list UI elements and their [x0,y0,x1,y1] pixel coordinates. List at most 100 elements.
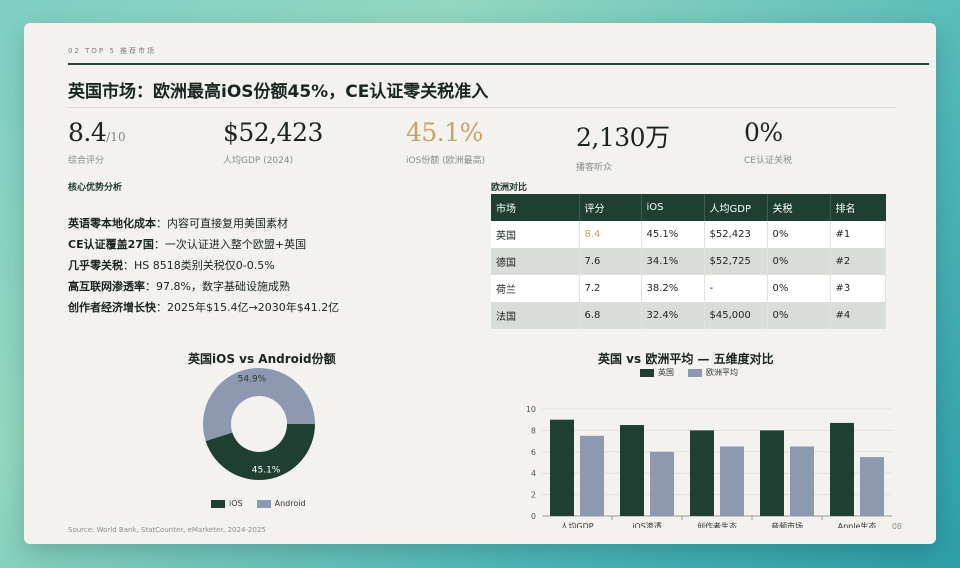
x-tick-label: 音频市场 [771,521,803,528]
item-key: 英语零本地化成本 [68,217,156,230]
slice-value-label: 45.1% [252,465,281,475]
advantages-heading: 核心优势分析 [68,183,123,193]
table-cell: 38.2% [641,275,705,302]
table-cell: #1 [830,221,886,248]
y-tick-label: 6 [531,448,536,457]
bar-uk [760,430,784,516]
header-rule [68,63,929,65]
table-cell: #4 [830,302,886,329]
y-tick-label: 2 [531,491,536,500]
kpi-gdp: $52,423 人均GDP (2024) [223,118,323,166]
kpi-value: 8.4 [68,118,107,147]
x-tick-label: Apple生态 [838,521,877,528]
bar-eu-average [790,446,814,516]
item-sep: ： [156,217,167,230]
legend-label: iOS [229,499,243,508]
table-cell: 7.2 [579,275,642,302]
column-header: 关税 [767,194,831,221]
table-cell: - [704,275,768,302]
item-sep: ： [123,259,134,272]
column-header: 评分 [579,194,642,221]
bar-eu-average [720,446,744,516]
kpi-label: 综合评分 [68,156,105,166]
column-header: 市场 [491,194,580,221]
table-cell: 德国 [491,248,580,275]
item-key: 几乎零关税 [68,259,123,272]
x-tick-label: 创作者生态 [697,521,737,528]
source-note: Source: World Bank, StatCounter, eMarket… [68,526,266,534]
kpi-suffix: /10 [106,130,126,144]
table-cell: $52,725 [704,248,768,275]
advantages-list: 英语零本地化成本：内容可直接复用美国素材 CE认证覆盖27国：一次认证进入整个欧… [68,213,339,318]
legend-label: 英国 [658,368,674,377]
table-cell: 0% [767,248,831,275]
list-item: 几乎零关税：HS 8518类别关税仅0-0.5% [68,255,339,276]
y-tick-label: 0 [531,512,536,521]
table-row: 德国 7.6 34.1% $52,725 0% #2 [491,248,886,275]
item-key: 高互联网渗透率 [68,280,145,293]
table-cell: 0% [767,221,831,248]
table-cell: 45.1% [641,221,705,248]
table-cell: $45,000 [704,302,768,329]
kpi-label: 人均GDP (2024) [223,156,294,166]
item-text: HS 8518类别关税仅0-0.5% [134,259,275,272]
table-cell: 荷兰 [491,275,580,302]
donut-legend: iOS Android [211,499,306,508]
table-header-row: 市场 评分 iOS 人均GDP 关税 排名 [491,194,886,221]
table-cell: $52,423 [704,221,768,248]
x-tick-label: 人均GDP [560,521,593,528]
item-key: CE认证覆盖27国 [68,238,154,251]
list-item: CE认证覆盖27国：一次认证进入整个欧盟+英国 [68,234,339,255]
table-cell: #2 [830,248,886,275]
item-key: 创作者经济增长快 [68,301,156,314]
table-cell: 6.8 [579,302,642,329]
item-text: 97.8%，数字基础设施成熟 [156,280,290,293]
y-tick-label: 4 [531,469,536,478]
page-title: 英国市场：欧洲最高iOS份额45%，CE认证零关税准入 [68,82,489,102]
kpi-podcast-listeners: 2,130万 播客听众 [576,118,670,173]
kpi-value: 2,130万 [576,123,670,152]
table-cell: #3 [830,275,886,302]
kpi-value: $52,423 [223,118,323,147]
bar-eu-average [580,435,604,516]
section-kicker: 02 TOP 5 推荐市场 [68,47,157,55]
bar-uk [690,430,714,516]
bar-legend: 英国 欧洲平均 [640,367,738,378]
table-cell: 34.1% [641,248,705,275]
item-text: 2025年$15.4亿→2030年$41.2亿 [167,301,340,314]
legend-label: 欧洲平均 [706,368,738,377]
kpi-label: 播客听众 [576,163,613,173]
list-item: 高互联网渗透率：97.8%，数字基础设施成熟 [68,276,339,297]
column-header: 排名 [830,194,886,221]
table-cell: 7.6 [579,248,642,275]
table-cell: 英国 [491,221,580,248]
bar-uk [620,425,644,516]
bar-chart: 0 2 4 6 8 10 人均GDP iOS渗透 创作者生态 音频市场 Apple生态 [526,405,892,528]
table-row: 荷兰 7.2 38.2% - 0% #3 [491,275,886,302]
x-tick-label: iOS渗透 [632,521,662,528]
kpi-ios-share: 45.1% iOS份额 (欧洲最高) [406,118,485,166]
item-sep: ： [156,301,167,314]
kpi-ce-tariff: 0% CE认证关税 [744,118,792,166]
comparison-table: 市场 评分 iOS 人均GDP 关税 排名 英国 8.4 45.1% $52,4… [491,194,886,329]
kpi-score: 8.4/10 综合评分 [68,118,126,166]
bar-eu-average [860,457,884,516]
column-header: 人均GDP [704,194,768,221]
comparison-heading: 欧洲对比 [491,183,528,193]
legend-swatch-eu [688,368,702,377]
item-sep: ： [153,238,165,251]
donut-chart: 45.1% 54.9% [203,368,315,480]
list-item: 英语零本地化成本：内容可直接复用美国素材 [68,213,339,234]
column-header: iOS [641,194,705,221]
slice-value-label: 54.9% [238,375,267,385]
item-sep: ： [145,280,156,293]
table-cell: 8.4 [579,221,642,248]
legend-swatch-ios [211,499,225,508]
table-cell: 32.4% [641,302,705,329]
page-number: 08 [891,522,902,531]
title-divider [68,107,896,108]
table-cell: 法国 [491,302,580,329]
table-row: 法国 6.8 32.4% $45,000 0% #4 [491,302,886,329]
kpi-label: CE认证关税 [744,156,792,166]
table-cell: 0% [767,302,831,329]
